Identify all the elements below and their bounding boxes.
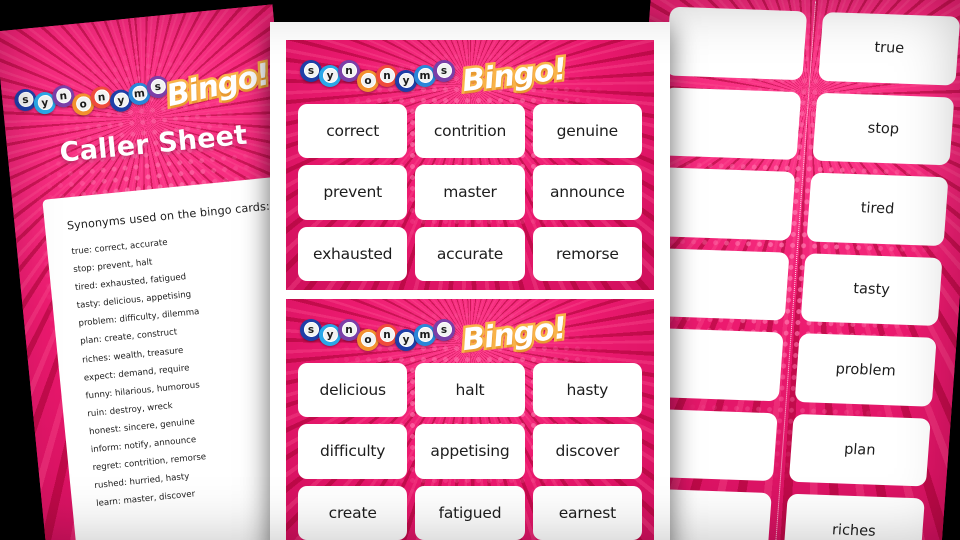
word-card[interactable]: stop — [812, 92, 955, 166]
bingo-ball-icon: s — [433, 59, 455, 82]
synonyms-logo: s y n o n y m s Bingo! — [300, 308, 571, 361]
bingo-tile[interactable]: difficulty — [298, 424, 408, 479]
bingo-ball-row: s y n o n y m s Bingo! — [13, 55, 293, 123]
bingo-tile-grid: delicious halt hasty difficulty appetisi… — [298, 363, 642, 540]
word-card[interactable]: riches — [782, 494, 925, 540]
word-card[interactable] — [665, 6, 808, 80]
bingo-tile[interactable]: correct — [298, 104, 408, 159]
bingo-tile[interactable]: create — [298, 485, 408, 540]
word-card[interactable] — [659, 86, 802, 161]
bingo-tile[interactable]: halt — [415, 363, 525, 418]
word-card[interactable]: plan — [788, 413, 931, 487]
word-card[interactable]: tasty — [800, 253, 943, 327]
bingo-tile-grid: correct contrition genuine prevent maste… — [298, 104, 642, 281]
bingo-ball-icon: s — [433, 318, 455, 341]
word-card[interactable]: tired — [806, 172, 949, 246]
bingo-tile[interactable]: genuine — [532, 104, 642, 159]
word-card[interactable]: problem — [794, 333, 937, 407]
bingo-wordmark: Bingo! — [458, 49, 571, 101]
bingo-tile[interactable]: fatigued — [415, 485, 525, 540]
caller-sheet-title: Caller Sheet — [58, 119, 249, 169]
bingo-tile[interactable]: appetising — [415, 424, 525, 479]
bingo-tile[interactable]: delicious — [298, 363, 408, 418]
bingo-tile[interactable]: contrition — [415, 104, 525, 159]
synonyms-logo: s y n o n y m s Bingo! — [300, 49, 571, 102]
caller-sheet-header: s y n o n y m s Bingo! Caller Sheet — [0, 4, 290, 206]
bingo-tile[interactable]: discover — [532, 424, 642, 479]
bingo-tile[interactable]: hasty — [532, 363, 642, 418]
word-card[interactable] — [653, 167, 796, 241]
bingo-card-header: s y n o n y m s Bingo! — [286, 299, 654, 365]
bingo-card: s y n o n y m s Bingo! delicious halt ha… — [286, 299, 654, 540]
bingo-wordmark: Bingo! — [161, 55, 275, 117]
synonyms-logo: s y n o n y m s Bingo! — [13, 55, 293, 123]
caller-sheet-subtitle: Synonyms used on the bingo cards: — [66, 199, 271, 233]
bingo-tile[interactable]: remorse — [532, 226, 642, 281]
bingo-tile[interactable]: prevent — [298, 165, 408, 220]
bingo-card: s y n o n y m s Bingo! correct contritio… — [286, 40, 654, 290]
bingo-tile[interactable]: master — [415, 165, 525, 220]
word-card[interactable]: true — [818, 11, 960, 86]
bingo-tile[interactable]: accurate — [415, 226, 525, 281]
bingo-card-header: s y n o n y m s Bingo! — [286, 40, 654, 106]
bingo-tile[interactable]: exhausted — [298, 226, 408, 281]
screenshot-canvas: s y n o n y m s Bingo! Caller Sheet Syno… — [0, 0, 960, 540]
bingo-wordmark: Bingo! — [458, 308, 571, 360]
word-cards-grid: true stop tired tasty problem plan riche… — [629, 1, 960, 540]
bingo-tile[interactable]: earnest — [532, 485, 642, 540]
bingo-tile[interactable]: announce — [532, 165, 642, 220]
bingo-cards-page: s y n o n y m s Bingo! correct contritio… — [270, 22, 670, 540]
